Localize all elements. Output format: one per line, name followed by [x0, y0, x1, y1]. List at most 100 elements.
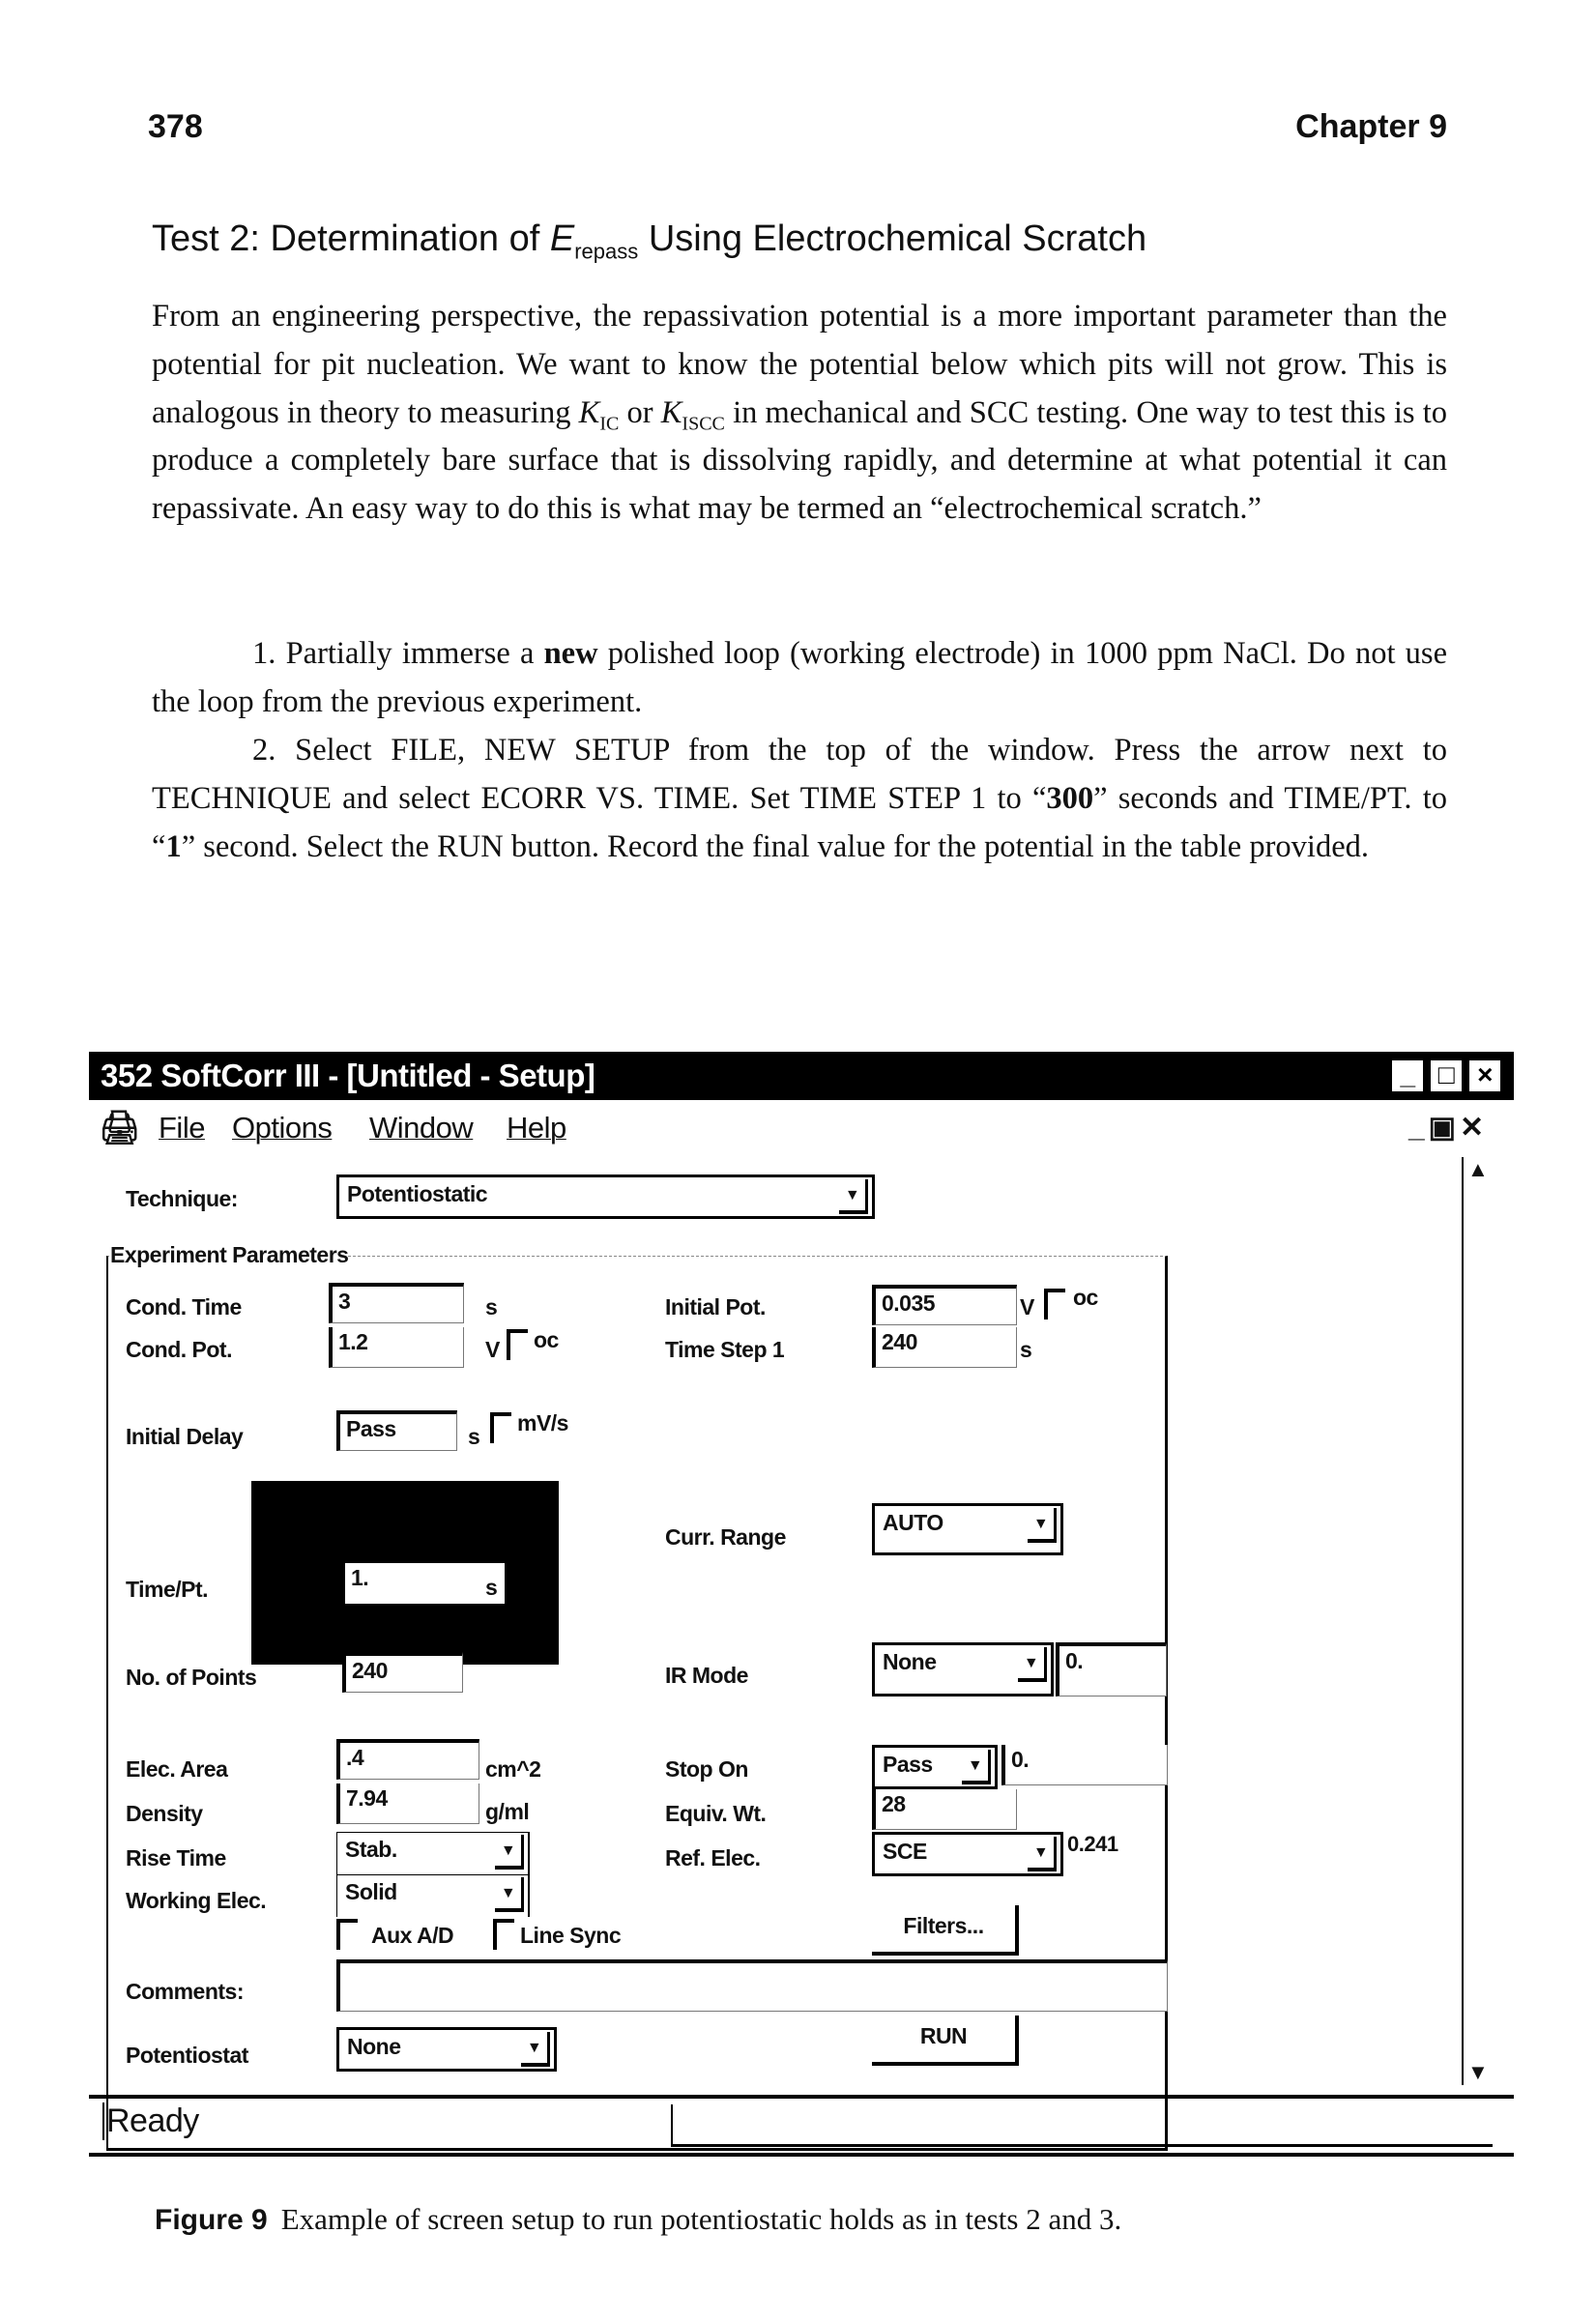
curr-range-dropdown[interactable]: AUTO ▼: [872, 1503, 1063, 1555]
unit: cm^2: [485, 1756, 541, 1782]
chevron-down-icon: ▼: [1018, 1647, 1047, 1682]
density-input[interactable]: 7.94: [336, 1784, 479, 1824]
checkbox-label: mV/s: [517, 1410, 568, 1436]
app-window-screenshot: 352 SoftCorr III - [Untitled - Setup] _ …: [89, 1041, 1514, 2157]
cond-time-label: Cond. Time: [126, 1294, 242, 1320]
equiv-wt-input[interactable]: 28: [872, 1789, 1017, 1830]
elec-area-label: Elec. Area: [126, 1756, 228, 1782]
ref-elec-label: Ref. Elec.: [665, 1845, 761, 1870]
cond-pot-input[interactable]: 1.2: [329, 1327, 464, 1368]
stop-on-dropdown[interactable]: Pass ▼: [872, 1745, 998, 1789]
technique-dropdown[interactable]: Potentiostatic ▼: [336, 1174, 875, 1219]
chapter-header: Chapter 9: [1295, 108, 1447, 145]
minimize-icon[interactable]: _: [1389, 1058, 1426, 1094]
chevron-down-icon: ▼: [495, 1877, 524, 1912]
ir-mode-label: IR Mode: [665, 1663, 748, 1688]
unit: s: [1020, 1337, 1032, 1362]
checkbox-label: Aux A/D: [371, 1923, 454, 1948]
app-icon: 🖨: [99, 1110, 140, 1146]
working-elec-label: Working Elec.: [126, 1888, 267, 1913]
unit: V: [485, 1337, 500, 1362]
density-label: Density: [126, 1801, 203, 1826]
ref-elec-value: 0.241: [1067, 1832, 1118, 1856]
chevron-down-icon: ▼: [521, 2032, 550, 2067]
mvs-checkbox[interactable]: [490, 1412, 511, 1443]
technique-label: Technique:: [126, 1186, 238, 1211]
maximize-icon[interactable]: □: [1428, 1058, 1465, 1094]
title-bar: 352 SoftCorr III - [Untitled - Setup] _ …: [89, 1052, 1514, 1100]
comments-label: Comments:: [126, 1979, 245, 2004]
unit: s: [468, 1424, 480, 1449]
potentiostat-label: Potentiostat: [126, 2043, 248, 2068]
rise-time-label: Rise Time: [126, 1845, 226, 1870]
chevron-down-icon: ▼: [962, 1750, 991, 1784]
potentiostat-dropdown[interactable]: None ▼: [336, 2027, 557, 2072]
rise-time-dropdown[interactable]: Stab. ▼: [336, 1832, 530, 1874]
menu-help[interactable]: Help: [507, 1111, 566, 1146]
chevron-down-icon: ▼: [495, 1835, 524, 1870]
initial-pot-input[interactable]: 0.035: [872, 1285, 1017, 1325]
run-button[interactable]: RUN: [872, 2016, 1019, 2066]
points-input[interactable]: 240: [342, 1652, 463, 1693]
window-title: 352 SoftCorr III - [Untitled - Setup]: [101, 1058, 595, 1093]
line-sync-checkbox[interactable]: [493, 1919, 514, 1950]
points-label: No. of Points: [126, 1665, 257, 1690]
unit: V: [1020, 1294, 1034, 1320]
working-elec-dropdown[interactable]: Solid ▼: [336, 1874, 530, 1917]
unit: s: [485, 1294, 498, 1320]
unit: g/ml: [485, 1799, 530, 1824]
initial-delay-label: Initial Delay: [126, 1424, 244, 1449]
ir-mode-dropdown[interactable]: None ▼: [872, 1642, 1054, 1696]
comments-input[interactable]: [336, 1959, 1168, 2012]
status-text: Ready: [102, 2102, 199, 2140]
close-icon[interactable]: ×: [1466, 1058, 1503, 1094]
ir-value-input[interactable]: 0.: [1056, 1642, 1167, 1696]
equiv-wt-label: Equiv. Wt.: [665, 1801, 767, 1826]
time-step-label: Time Step 1: [665, 1337, 785, 1362]
time-pt-label: Time/Pt.: [126, 1577, 209, 1602]
heading-sub: repass: [574, 239, 639, 264]
figure-label: Figure 9: [155, 2204, 268, 2236]
vertical-scrollbar[interactable]: ▲ ▼: [1462, 1157, 1500, 2085]
menu-file[interactable]: File: [159, 1111, 205, 1146]
aux-ad-checkbox[interactable]: [336, 1919, 358, 1950]
cond-time-input[interactable]: 3: [329, 1283, 464, 1323]
filters-button[interactable]: Filters...: [872, 1905, 1019, 1956]
figure-caption: Figure 9 Example of screen setup to run p…: [155, 2202, 1121, 2237]
status-bar: Ready: [89, 2095, 1514, 2153]
heading-var: E: [549, 218, 575, 259]
heading-text: Test 2: Determination of: [152, 218, 550, 259]
checkbox-label: oc: [1073, 1285, 1098, 1310]
ref-elec-dropdown[interactable]: SCE ▼: [872, 1832, 1063, 1876]
chevron-down-icon: ▼: [1028, 1508, 1057, 1543]
chevron-down-icon: ▼: [839, 1179, 868, 1214]
cond-pot-label: Cond. Pot.: [126, 1337, 232, 1362]
list-item: 2. Select FILE, NEW SETUP from the top o…: [152, 733, 1447, 864]
section-heading: Test 2: Determination of Erepass Using E…: [152, 218, 1146, 265]
time-pt-input[interactable]: 1.: [342, 1563, 505, 1604]
oc-checkbox[interactable]: [507, 1329, 528, 1360]
list-item: 1. Partially immerse a new polished loop…: [152, 636, 1447, 719]
unit: s: [485, 1575, 498, 1600]
status-panel: [671, 2104, 1493, 2147]
menu-window[interactable]: Window: [369, 1111, 474, 1146]
paragraph: From an engineering perspective, the rep…: [152, 299, 1447, 527]
checkbox-label: oc: [534, 1327, 559, 1352]
mdi-controls[interactable]: _▣✕: [1408, 1111, 1488, 1145]
arrow-down-icon[interactable]: ▼: [1467, 2060, 1489, 2085]
menu-options[interactable]: Options: [232, 1111, 333, 1146]
initial-delay-input[interactable]: Pass: [336, 1410, 457, 1451]
heading-text-end: Using Electrochemical Scratch: [638, 218, 1147, 259]
elec-area-input[interactable]: .4: [336, 1739, 479, 1780]
arrow-up-icon[interactable]: ▲: [1467, 1157, 1489, 1182]
time-step-input[interactable]: 240: [872, 1327, 1017, 1368]
group-title: Experiment Parameters: [110, 1242, 349, 1268]
chevron-down-icon: ▼: [1028, 1837, 1057, 1871]
initial-pot-label: Initial Pot.: [665, 1294, 766, 1320]
checkbox-label: Line Sync: [520, 1923, 622, 1948]
stop-value-input[interactable]: 0.: [1001, 1745, 1168, 1785]
stop-on-label: Stop On: [665, 1756, 748, 1782]
oc-checkbox[interactable]: [1044, 1289, 1065, 1320]
page-number: 378: [148, 108, 203, 145]
caption-text: Example of screen setup to run potentios…: [280, 2202, 1122, 2236]
